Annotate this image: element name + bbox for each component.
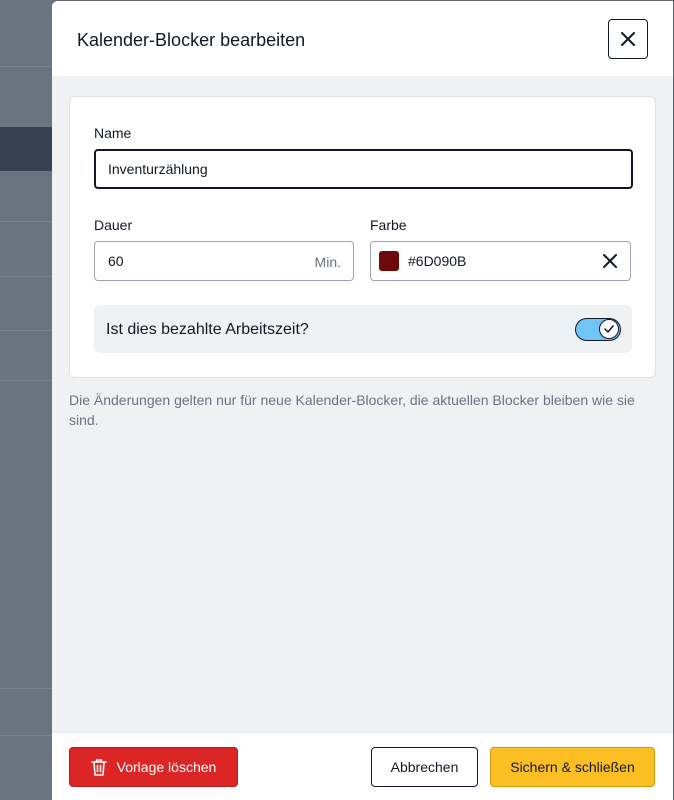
delete-template-label: Vorlage löschen — [116, 759, 217, 775]
duration-label: Dauer — [94, 217, 133, 233]
duration-value: 60 — [108, 253, 124, 269]
name-value: Inventurzählung — [108, 161, 208, 177]
trash-icon — [90, 759, 107, 776]
color-input[interactable]: #6D090B — [370, 241, 631, 281]
background-row — [0, 735, 52, 736]
background-row — [0, 688, 52, 689]
delete-template-button[interactable]: Vorlage löschen — [69, 747, 238, 787]
cancel-label: Abbrechen — [390, 759, 459, 775]
form-card: Name Inventurzählung Dauer 60 Min. Farbe… — [69, 96, 656, 378]
background-row — [0, 276, 52, 277]
background-app — [0, 0, 52, 800]
drawer-title: Kalender-Blocker bearbeiten — [77, 30, 306, 50]
close-button[interactable] — [608, 19, 648, 59]
close-icon — [621, 32, 635, 46]
color-value: #6D090B — [408, 253, 467, 269]
save-close-label: Sichern & schließen — [510, 759, 635, 775]
changes-hint: Die Änderungen gelten nur für neue Kalen… — [69, 392, 635, 428]
background-active-row — [0, 127, 52, 171]
background-row — [0, 380, 52, 381]
clear-color-icon[interactable] — [602, 253, 618, 269]
duration-input[interactable]: 60 Min. — [94, 241, 354, 281]
background-row — [0, 330, 52, 331]
drawer-header: Kalender-Blocker bearbeiten — [52, 1, 673, 76]
background-row — [0, 221, 52, 222]
duration-unit: Min. — [314, 254, 341, 270]
cancel-button[interactable]: Abbrechen — [371, 747, 478, 787]
drawer-footer: Vorlage löschen Abbrechen Sichern & schl… — [52, 732, 673, 800]
toggle-knob — [599, 319, 619, 339]
color-swatch[interactable] — [379, 251, 399, 271]
name-label: Name — [94, 125, 132, 141]
edit-blocker-drawer: Kalender-Blocker bearbeiten Name Inventu… — [52, 0, 674, 800]
paid-time-label: Ist dies bezahlte Arbeitszeit? — [106, 321, 309, 338]
name-input[interactable]: Inventurzählung — [94, 149, 633, 189]
background-row — [0, 66, 52, 67]
color-label: Farbe — [370, 217, 407, 233]
check-icon — [604, 325, 614, 333]
save-close-button[interactable]: Sichern & schließen — [490, 747, 655, 787]
paid-time-row: Ist dies bezahlte Arbeitszeit? — [94, 305, 632, 353]
paid-time-toggle[interactable] — [575, 318, 621, 341]
